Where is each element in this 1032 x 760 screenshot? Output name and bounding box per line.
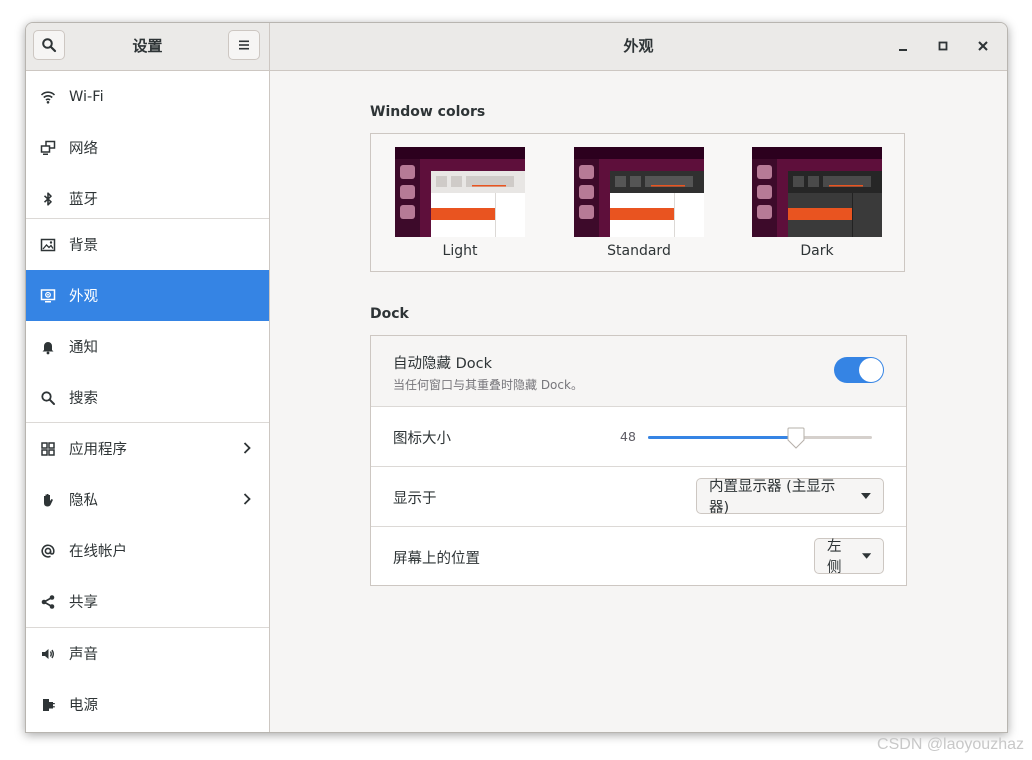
switch-knob bbox=[859, 358, 883, 382]
at-icon bbox=[40, 543, 56, 559]
theme-label: Dark bbox=[800, 243, 834, 259]
sidebar-item-network[interactable]: 网络 bbox=[26, 122, 269, 173]
dropdown-arrow-icon bbox=[861, 493, 871, 499]
window-colors-picker: Light Standard Dark bbox=[370, 133, 905, 272]
sidebar-item-notifications[interactable]: 通知 bbox=[26, 321, 269, 372]
settings-window: 设置 外观 Wi-Fi 网络 蓝牙 背景 外观 通知 搜索 应用程序 隐私 在线… bbox=[25, 22, 1008, 733]
autohide-label: 自动隐藏 Dock bbox=[393, 356, 493, 372]
chevron-right-icon bbox=[243, 493, 251, 505]
light-theme-preview bbox=[395, 147, 525, 237]
chevron-right-icon bbox=[243, 442, 251, 454]
sidebar-item-label: 声音 bbox=[69, 647, 98, 663]
theme-option-light[interactable]: Light bbox=[395, 147, 525, 265]
sidebar-item-label: 背景 bbox=[69, 238, 98, 254]
dock-settings-list: 自动隐藏 Dock 当任何窗口与其重叠时隐藏 Dock。 图标大小 48 显示于… bbox=[370, 335, 907, 586]
sidebar-item-label: 通知 bbox=[69, 340, 98, 356]
sidebar-item-label: 在线帐户 bbox=[69, 544, 127, 560]
sidebar-header: 设置 bbox=[26, 23, 270, 70]
speaker-icon bbox=[40, 646, 56, 662]
search-icon bbox=[40, 390, 56, 406]
close-icon bbox=[978, 41, 988, 51]
wifi-icon bbox=[40, 89, 56, 105]
slider-fill bbox=[648, 436, 796, 439]
dark-theme-preview bbox=[752, 147, 882, 237]
show-on-label: 显示于 bbox=[393, 491, 437, 507]
menu-button[interactable] bbox=[228, 30, 260, 60]
background-icon bbox=[40, 237, 56, 253]
sidebar-item-power[interactable]: 电源 bbox=[26, 679, 269, 730]
autohide-description: 当任何窗口与其重叠时隐藏 Dock。 bbox=[393, 378, 583, 392]
hamburger-menu-icon bbox=[239, 40, 249, 50]
sidebar-item-label: 搜索 bbox=[69, 391, 98, 407]
appearance-panel: Window colors Light Standard Dark Dock 自… bbox=[270, 71, 1007, 732]
icon-size-slider[interactable] bbox=[648, 427, 872, 449]
sidebar-item-wifi[interactable]: Wi-Fi bbox=[26, 71, 269, 122]
maximize-button[interactable] bbox=[932, 35, 954, 57]
sidebar-item-label: 应用程序 bbox=[69, 442, 127, 458]
share-icon bbox=[40, 594, 56, 610]
sidebar-item-appearance[interactable]: 外观 bbox=[26, 270, 269, 321]
sidebar-item-label: Wi-Fi bbox=[69, 88, 104, 105]
bell-icon bbox=[40, 339, 56, 355]
sidebar-item-background[interactable]: 背景 bbox=[26, 219, 269, 270]
dropdown-arrow-icon bbox=[861, 553, 871, 559]
autohide-switch[interactable] bbox=[834, 357, 884, 383]
slider-handle[interactable] bbox=[786, 427, 806, 449]
theme-label: Light bbox=[442, 243, 478, 259]
appearance-icon bbox=[40, 288, 56, 304]
position-label: 屏幕上的位置 bbox=[393, 551, 480, 567]
sidebar-item-label: 电源 bbox=[69, 698, 98, 714]
sidebar: Wi-Fi 网络 蓝牙 背景 外观 通知 搜索 应用程序 隐私 在线帐户 共享 … bbox=[26, 71, 270, 732]
show-on-row: 显示于 内置显示器 (主显示器) bbox=[371, 467, 906, 526]
sidebar-item-privacy[interactable]: 隐私 bbox=[26, 474, 269, 525]
sidebar-item-search[interactable]: 搜索 bbox=[26, 372, 269, 423]
position-row: 屏幕上的位置 左侧 bbox=[371, 527, 906, 585]
apps-grid-icon bbox=[40, 441, 56, 457]
sidebar-item-bluetooth[interactable]: 蓝牙 bbox=[26, 173, 269, 224]
bluetooth-icon bbox=[40, 191, 56, 207]
sidebar-item-label: 网络 bbox=[69, 141, 98, 157]
sidebar-item-online-accounts[interactable]: 在线帐户 bbox=[26, 525, 269, 576]
maximize-icon bbox=[938, 41, 948, 51]
show-on-selected: 内置显示器 (主显示器) bbox=[709, 479, 836, 516]
sidebar-item-applications[interactable]: 应用程序 bbox=[26, 423, 269, 474]
hand-icon bbox=[40, 492, 56, 508]
show-on-dropdown[interactable]: 内置显示器 (主显示器) bbox=[696, 478, 884, 516]
window-colors-heading: Window colors bbox=[370, 104, 486, 120]
dock-heading: Dock bbox=[370, 306, 409, 322]
icon-size-value: 48 bbox=[620, 429, 636, 444]
theme-label: Standard bbox=[607, 243, 671, 259]
header-bar: 设置 外观 bbox=[26, 23, 1007, 71]
theme-option-standard[interactable]: Standard bbox=[574, 147, 704, 265]
autohide-row: 自动隐藏 Dock 当任何窗口与其重叠时隐藏 Dock。 bbox=[371, 336, 906, 406]
theme-option-dark[interactable]: Dark bbox=[752, 147, 882, 265]
sidebar-item-label: 隐私 bbox=[69, 493, 98, 509]
sidebar-item-label: 外观 bbox=[69, 289, 98, 305]
icon-size-label: 图标大小 bbox=[393, 431, 451, 447]
position-dropdown[interactable]: 左侧 bbox=[814, 538, 884, 576]
minimize-button[interactable] bbox=[892, 35, 914, 57]
watermark: CSDN @laoyouzhaz bbox=[877, 736, 1024, 753]
standard-theme-preview bbox=[574, 147, 704, 237]
sidebar-item-label: 蓝牙 bbox=[69, 192, 98, 208]
minimize-icon bbox=[899, 49, 907, 51]
icon-size-row: 图标大小 48 bbox=[371, 407, 906, 466]
power-plug-icon bbox=[40, 697, 56, 713]
close-button[interactable] bbox=[972, 35, 994, 57]
sidebar-item-label: 共享 bbox=[69, 595, 98, 611]
sidebar-item-sharing[interactable]: 共享 bbox=[26, 576, 269, 627]
sidebar-item-sound[interactable]: 声音 bbox=[26, 628, 269, 679]
position-selected: 左侧 bbox=[827, 539, 842, 576]
network-icon bbox=[40, 140, 56, 156]
